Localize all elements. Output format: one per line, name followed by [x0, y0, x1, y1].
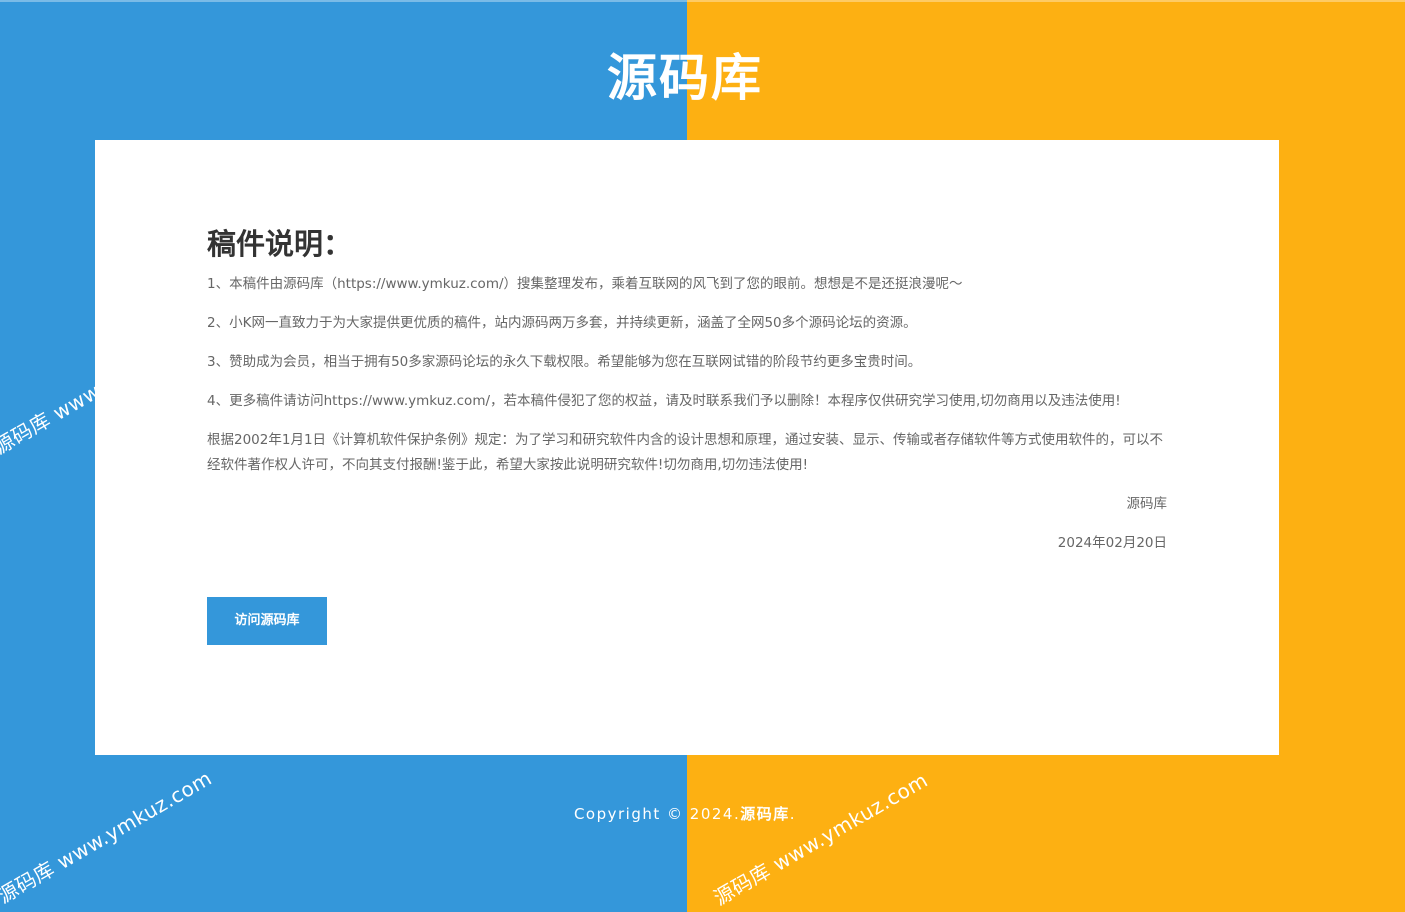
- footer-brand-link[interactable]: 源码库: [740, 805, 790, 823]
- footer-copyright-text: Copyright © 2024.: [573, 805, 741, 823]
- watermark-center-bottom: 源码库 www.ymkuz.com: [709, 767, 932, 911]
- footer-copyright: Copyright © 2024.源码库.: [0, 803, 1370, 824]
- visit-site-button[interactable]: 访问源码库: [207, 597, 327, 645]
- copyright-regulation-paragraph: 根据2002年1月1日《计算机软件保护条例》规定：为了学习和研究软件内含的设计思…: [207, 432, 1164, 473]
- notice-heading: 稿件说明：: [207, 227, 353, 261]
- notice-paragraph-3: 3、赞助成为会员，相当于拥有50多家源码论坛的永久下载权限。希望能够为您在互联网…: [207, 354, 922, 370]
- watermark-left-bottom: 源码库 www.ymkuz.com: [0, 765, 216, 909]
- notice-paragraph-4: 4、更多稿件请访问https://www.ymkuz.com/，若本稿件侵犯了您…: [207, 393, 1121, 409]
- site-title: 源码库: [607, 49, 763, 107]
- top-divider: [0, 0, 1405, 2]
- notice-paragraph-1: 1、本稿件由源码库（https://www.ymkuz.com/）搜集整理发布，…: [207, 276, 963, 292]
- notice-content: 稿件说明： 1、本稿件由源码库（https://www.ymkuz.com/）搜…: [207, 224, 1167, 645]
- notice-date: 2024年02月20日: [1057, 535, 1167, 551]
- notice-signature: 源码库: [1126, 496, 1168, 512]
- notice-paragraph-2: 2、小K网一直致力于为大家提供更优质的稿件，站内源码两万多套，并持续更新，涵盖了…: [207, 315, 917, 331]
- notice-card: 稿件说明： 1、本稿件由源码库（https://www.ymkuz.com/）搜…: [95, 140, 1279, 755]
- footer-suffix: .: [789, 805, 797, 823]
